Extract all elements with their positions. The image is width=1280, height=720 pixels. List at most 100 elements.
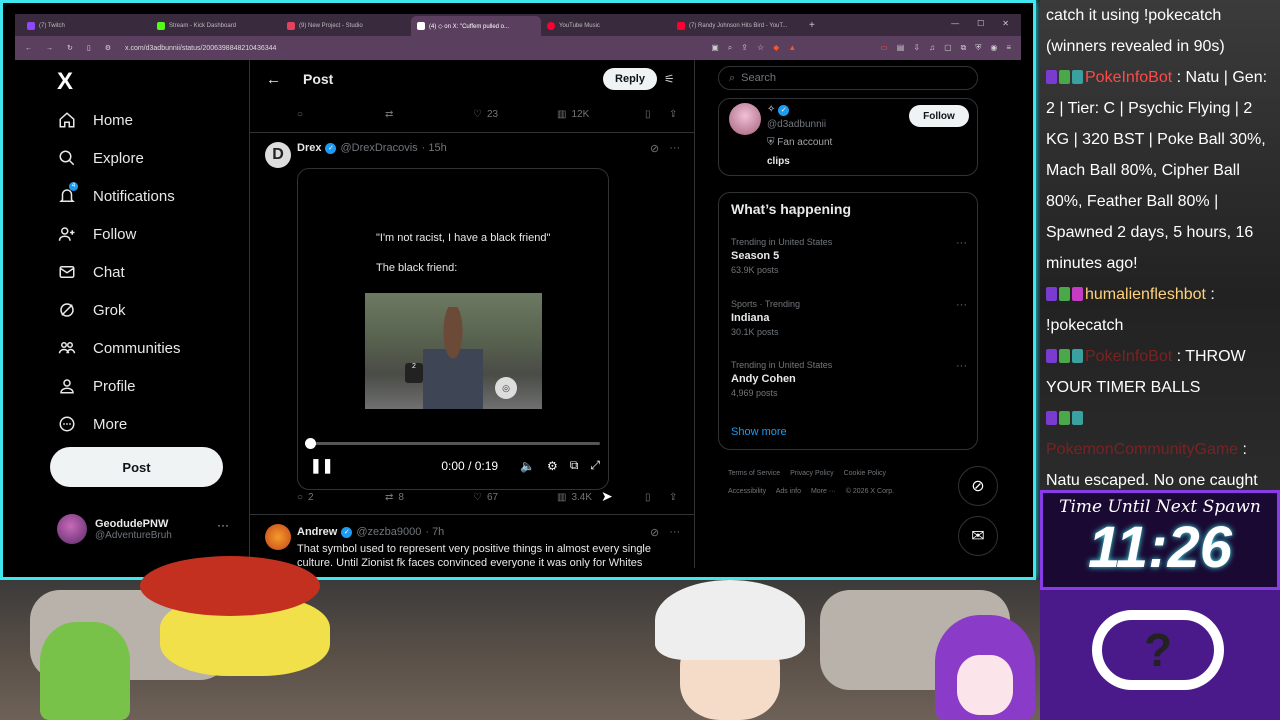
new-tab-button[interactable]: +	[801, 20, 823, 31]
nav-grok[interactable]: Grok	[57, 300, 126, 320]
footer-link[interactable]: Cookie Policy	[844, 470, 886, 477]
footer-link[interactable]: Ads info	[776, 488, 801, 495]
sidebar-icon[interactable]: ▤	[897, 43, 905, 53]
star-icon[interactable]: ☆	[757, 43, 764, 53]
extension-icon[interactable]: ▣	[711, 43, 719, 53]
pip-icon[interactable]: ⧉	[570, 458, 579, 473]
footer-link[interactable]: More ···	[811, 488, 836, 495]
vpn-icon[interactable]: ⛨	[975, 43, 981, 53]
repost-action[interactable]: ⇄ 8	[385, 492, 473, 503]
post-age[interactable]: · 15h	[422, 142, 447, 154]
like-action[interactable]: ♡ 67	[473, 492, 557, 503]
footer-link[interactable]: Accessibility	[728, 488, 766, 495]
back-icon[interactable]: ←	[25, 45, 32, 52]
follow-button[interactable]: Follow	[909, 105, 969, 127]
author-handle[interactable]: @zezba9000	[356, 526, 421, 538]
trend-count: 4,969 posts	[731, 388, 778, 398]
like-action[interactable]: ♡ 23	[473, 109, 557, 120]
tab-youtube-music[interactable]: YouTube Music	[541, 16, 671, 36]
forward-icon[interactable]: →	[46, 45, 53, 52]
share-action[interactable]: ⇪	[669, 109, 677, 120]
menu-icon[interactable]: ≡	[1006, 43, 1011, 53]
nav-home[interactable]: Home	[57, 110, 133, 130]
volume-icon[interactable]: 🔈	[520, 459, 535, 473]
site-info-icon[interactable]: ⚙	[105, 44, 111, 52]
tab-kick[interactable]: Stream - Kick Dashboard	[151, 16, 281, 36]
cast-icon[interactable]: ▭	[880, 43, 888, 53]
nav-more[interactable]: More	[57, 414, 127, 434]
profile-icon[interactable]: ◉	[990, 43, 997, 53]
avatar[interactable]	[265, 524, 291, 550]
browser-tools: ▣ ⌕ ⇪ ☆ ◆ ▲	[711, 43, 796, 53]
nav-communities[interactable]: Communities	[57, 338, 181, 358]
trend-item[interactable]: Trending in United States Andy Cohen 4,9…	[731, 360, 967, 398]
ellipsis-icon[interactable]: ···	[956, 299, 967, 311]
tab-twitch[interactable]: (7) Twitch	[21, 16, 151, 36]
close-icon[interactable]: ✕	[1002, 19, 1009, 28]
bookmark-action[interactable]: ▯	[645, 109, 669, 120]
nav-explore[interactable]: Explore	[57, 148, 144, 168]
maximize-icon[interactable]: ☐	[977, 19, 984, 28]
nav-profile[interactable]: Profile	[57, 376, 136, 396]
wallet-icon[interactable]: ▢	[944, 43, 952, 53]
reply-action[interactable]: ○	[297, 109, 385, 120]
author-handle[interactable]: @DrexDracovis	[340, 142, 417, 154]
pause-icon[interactable]: ❚❚	[310, 457, 333, 474]
footer-link[interactable]: Privacy Policy	[790, 470, 834, 477]
footer-link[interactable]: Terms of Service	[728, 470, 780, 477]
rewards-icon[interactable]: ▲	[788, 43, 796, 53]
avatar[interactable]	[729, 103, 761, 135]
ellipsis-icon[interactable]: ···	[217, 518, 229, 532]
grok-icon[interactable]: ⊘	[650, 142, 659, 155]
music-icon[interactable]: ♫	[929, 43, 935, 53]
tab-studio[interactable]: (9) New Project - Studio	[281, 16, 411, 36]
repost-action[interactable]: ⇄	[385, 109, 473, 120]
author-name[interactable]: Drex	[297, 142, 321, 154]
back-arrow-icon[interactable]: ←	[266, 71, 281, 88]
video-player[interactable]: "I'm not racist, I have a black friend" …	[297, 168, 609, 490]
brave-icon[interactable]: ◆	[773, 43, 779, 53]
url-field[interactable]: x.com/d3adbunnii/status/2006398848210436…	[125, 45, 697, 52]
progress-handle[interactable]	[305, 438, 316, 449]
ellipsis-icon[interactable]: ···	[956, 360, 967, 372]
share-icon[interactable]: ⇪	[741, 43, 748, 53]
bookmark-action[interactable]: ▯	[645, 492, 669, 503]
reload-icon[interactable]: ↻	[67, 44, 73, 52]
messages-fab[interactable]: ✉	[958, 516, 998, 556]
post-age[interactable]: · 7h	[425, 526, 444, 538]
fullscreen-icon[interactable]: ⤢	[590, 458, 600, 473]
bookmark-icon[interactable]: ▯	[87, 44, 91, 52]
video-progress-bar[interactable]	[305, 438, 600, 449]
tune-icon[interactable]: ⚟	[664, 72, 675, 86]
grok-fab[interactable]: ⊘	[958, 466, 998, 506]
nav-follow[interactable]: Follow	[57, 224, 136, 244]
nav-notifications[interactable]: 4 Notifications	[57, 182, 175, 206]
minimize-icon[interactable]: —	[951, 19, 959, 28]
ellipsis-icon[interactable]: ···	[669, 526, 680, 539]
share-action[interactable]: ⇪	[669, 492, 677, 503]
author-name[interactable]: Andrew	[297, 526, 337, 538]
ellipsis-icon[interactable]: ···	[669, 142, 680, 155]
account-switcher[interactable]: GeodudePNW @AdventureBruh ···	[57, 514, 229, 544]
nav-label: Communities	[93, 339, 181, 357]
reply-action[interactable]: ○ 2	[297, 492, 385, 503]
avatar[interactable]: D	[265, 142, 291, 168]
nav-chat[interactable]: Chat	[57, 262, 125, 282]
profile-handle[interactable]: @d3adbunnii	[767, 119, 826, 130]
settings-icon[interactable]: ⚙	[547, 459, 558, 473]
trend-item[interactable]: Sports · Trending Indiana 30.1K posts ··…	[731, 299, 967, 337]
download-icon[interactable]: ⇩	[913, 43, 920, 53]
trend-item[interactable]: Trending in United States Season 5 63.9K…	[731, 237, 967, 275]
ellipsis-icon[interactable]: ···	[956, 237, 967, 249]
views-action[interactable]: ▥ 12K	[557, 109, 645, 120]
post-button[interactable]: Post	[50, 447, 223, 487]
reply-button[interactable]: Reply	[603, 68, 657, 90]
screenshot-icon[interactable]: ⧉	[961, 43, 967, 53]
x-logo[interactable]: X	[57, 68, 73, 96]
show-more-link[interactable]: Show more	[731, 426, 787, 438]
tab-x-post[interactable]: (4) ◇ on X: "Cuffem pulled o...	[411, 16, 541, 36]
grok-icon[interactable]: ⊘	[650, 526, 659, 539]
zoom-icon[interactable]: ⌕	[728, 43, 732, 53]
search-input[interactable]: ⌕ Search	[718, 66, 978, 90]
tab-youtube[interactable]: (7) Randy Johnson Hits Bird - YouT...	[671, 16, 801, 36]
